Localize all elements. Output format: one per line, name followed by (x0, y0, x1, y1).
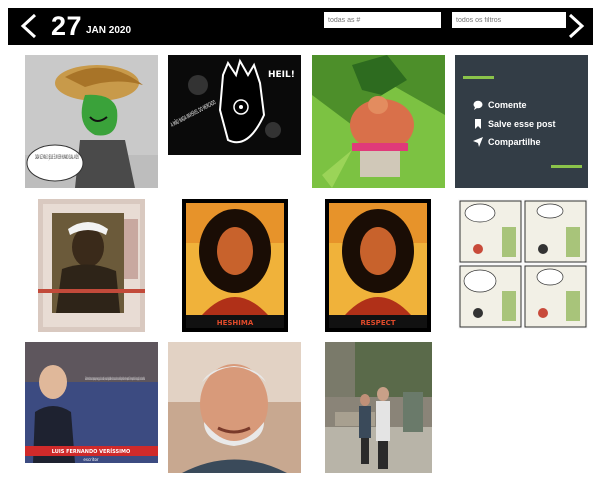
heshima-poster-image: HESHIMA (182, 199, 288, 332)
date-day: 27 (51, 11, 83, 41)
mona-lisa-collage-image (38, 199, 145, 332)
quote-author: LUIS FERNANDO VERÍSSIMO (52, 447, 130, 455)
post-poster-heshima[interactable]: HESHIMA (182, 199, 288, 332)
comic-strip-image (458, 199, 588, 329)
comment-action[interactable]: Comente (473, 100, 527, 110)
previous-day-arrow-icon[interactable] (18, 13, 40, 39)
promo-card: Comente Salve esse post Compartilhe (455, 55, 588, 188)
post-verissimo-quote[interactable]: Eu não entendo como uma pessoa que enxer… (25, 342, 158, 463)
post-cartoon-donkey[interactable]: CADA VEZ MAIS O JEGUE É UM SER HUMANO IG… (25, 55, 158, 188)
promo-accent-bar-top (463, 76, 494, 79)
respect-caption: RESPECT (360, 319, 395, 327)
post-smiling-man-photo[interactable] (168, 342, 301, 473)
post-mona-lisa-collage[interactable] (38, 199, 145, 332)
comment-label: Comente (488, 100, 527, 110)
save-post-label: Salve esse post (488, 119, 556, 129)
quote-text: Eu não entendo como uma pessoa que enxer… (85, 376, 145, 381)
save-post-action[interactable]: Salve esse post (473, 119, 556, 129)
verissimo-quote-image: Eu não entendo como uma pessoa que enxer… (25, 342, 158, 463)
filters-input[interactable] (452, 12, 566, 28)
speech-bubble-icon (473, 100, 483, 110)
post-street-scene-photo[interactable] (325, 342, 432, 473)
quote-author-role: escritor (83, 457, 99, 462)
cartoon-speech-text: CADA VEZ MAIS O JEGUE É UM SER HUMANO IG… (35, 153, 79, 161)
top-bar: 27 JAN 2020 (8, 8, 593, 45)
share-action[interactable]: Compartilhe (473, 137, 541, 147)
invisible-hand-image: HEIL! A MÃO NADA INVISÍVEL DO MERCADO (168, 55, 301, 155)
date-month-year: JAN 2020 (86, 25, 132, 36)
next-day-arrow-icon[interactable] (565, 13, 587, 39)
smiling-man-photo (168, 342, 301, 473)
hashtag-filter-input[interactable] (324, 12, 441, 28)
cartoon-donkey-image: CADA VEZ MAIS O JEGUE É UM SER HUMANO IG… (25, 55, 158, 188)
share-label: Compartilhe (488, 137, 541, 147)
bookmark-icon (475, 119, 481, 129)
send-arrow-icon (473, 137, 483, 147)
post-comic-strip[interactable] (458, 199, 588, 329)
post-broly-art[interactable] (312, 55, 445, 188)
broly-art-image (312, 55, 445, 188)
post-invisible-hand[interactable]: HEIL! A MÃO NADA INVISÍVEL DO MERCADO (168, 55, 301, 155)
heil-text: HEIL! (268, 70, 295, 80)
promo-accent-bar-bottom (551, 165, 582, 168)
street-scene-photo (325, 342, 432, 473)
respect-poster-image: RESPECT (325, 199, 431, 332)
heshima-caption: HESHIMA (217, 319, 254, 327)
post-poster-respect[interactable]: RESPECT (325, 199, 431, 332)
